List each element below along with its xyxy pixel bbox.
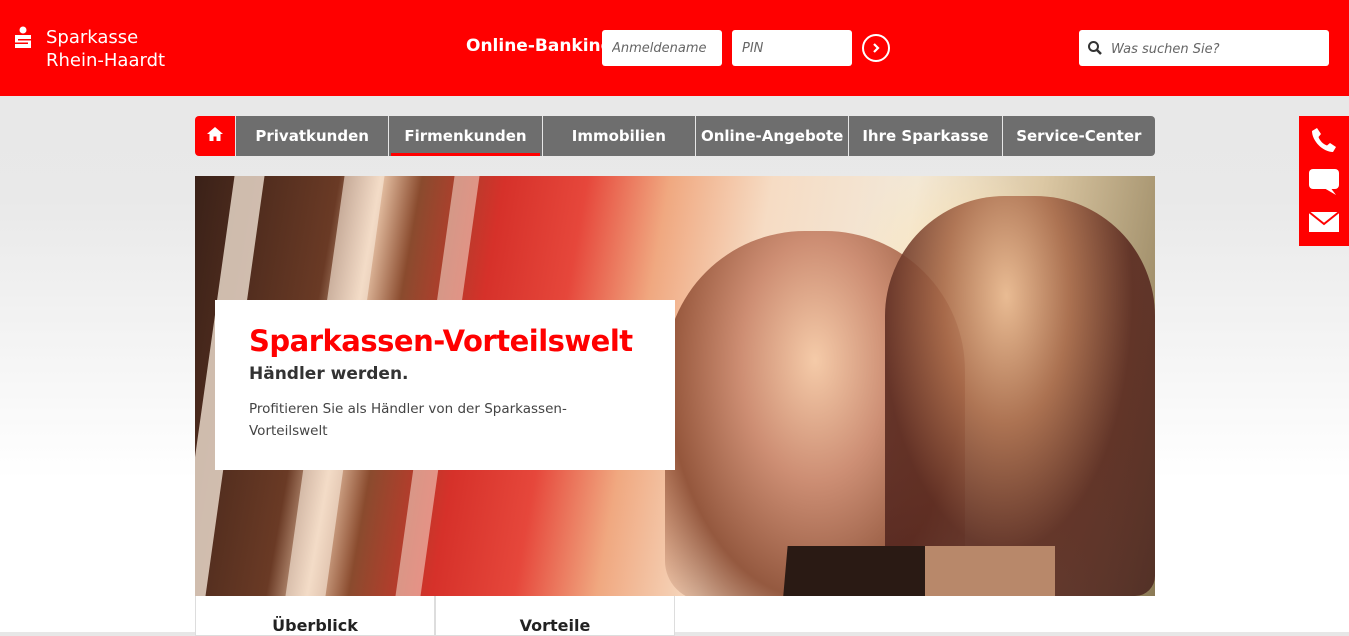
mail-icon[interactable] bbox=[1306, 204, 1342, 240]
contact-sidebar bbox=[1299, 116, 1349, 246]
nav-item-privatkunden[interactable]: Privatkunden bbox=[235, 116, 389, 156]
online-banking-label: Online-Banking bbox=[466, 36, 613, 56]
phone-icon[interactable] bbox=[1306, 122, 1342, 158]
nav-item-immobilien[interactable]: Immobilien bbox=[541, 116, 695, 156]
tab-label: Vorteile bbox=[519, 616, 591, 635]
hero-image-man bbox=[885, 196, 1155, 596]
main-navigation: Privatkunden Firmenkunden Immobilien Onl… bbox=[195, 116, 1155, 156]
content-tabs: Überblick Vorteile bbox=[195, 596, 675, 636]
tab-ueberblick[interactable]: Überblick bbox=[195, 596, 435, 636]
username-input[interactable] bbox=[602, 30, 722, 66]
nav-item-firmenkunden[interactable]: Firmenkunden bbox=[388, 116, 542, 156]
tab-label: Überblick bbox=[272, 616, 358, 635]
pin-input[interactable] bbox=[732, 30, 852, 66]
sparkasse-logo[interactable]: Sparkasse Rhein-Haardt bbox=[12, 26, 165, 72]
nav-item-ihre-sparkasse[interactable]: Ihre Sparkasse bbox=[848, 116, 1002, 156]
hero-text: Profitieren Sie als Händler von der Spar… bbox=[249, 401, 567, 439]
search-box bbox=[1079, 30, 1329, 68]
hero-banner[interactable]: Sparkassen-Vorteilswelt Händler werden. … bbox=[195, 176, 1155, 596]
hero-teaser-box[interactable]: Sparkassen-Vorteilswelt Händler werden. … bbox=[215, 300, 675, 470]
logo-line-2: Rhein-Haardt bbox=[46, 50, 166, 71]
nav-item-online-angebote[interactable]: Online-Angebote bbox=[694, 116, 849, 156]
home-button[interactable] bbox=[195, 116, 235, 156]
hero-title: Sparkassen-Vorteilswelt bbox=[249, 324, 633, 358]
search-input[interactable] bbox=[1109, 30, 1328, 68]
tab-vorteile[interactable]: Vorteile bbox=[435, 596, 675, 636]
nav-item-service-center[interactable]: Service-Center bbox=[1001, 116, 1155, 156]
hero-subtitle: Händler werden. bbox=[249, 364, 409, 384]
home-icon bbox=[206, 126, 224, 146]
site-header: Sparkasse Rhein-Haardt Online-Banking bbox=[0, 0, 1349, 96]
hero-image-shopping-bag bbox=[925, 546, 1055, 596]
login-submit-button[interactable] bbox=[862, 34, 890, 62]
chevron-right-icon bbox=[870, 39, 882, 58]
search-icon[interactable] bbox=[1087, 40, 1103, 60]
logo-line-1: Sparkasse bbox=[46, 27, 139, 48]
sparkasse-s-logo-icon bbox=[12, 26, 34, 50]
chat-icon[interactable] bbox=[1306, 164, 1342, 200]
